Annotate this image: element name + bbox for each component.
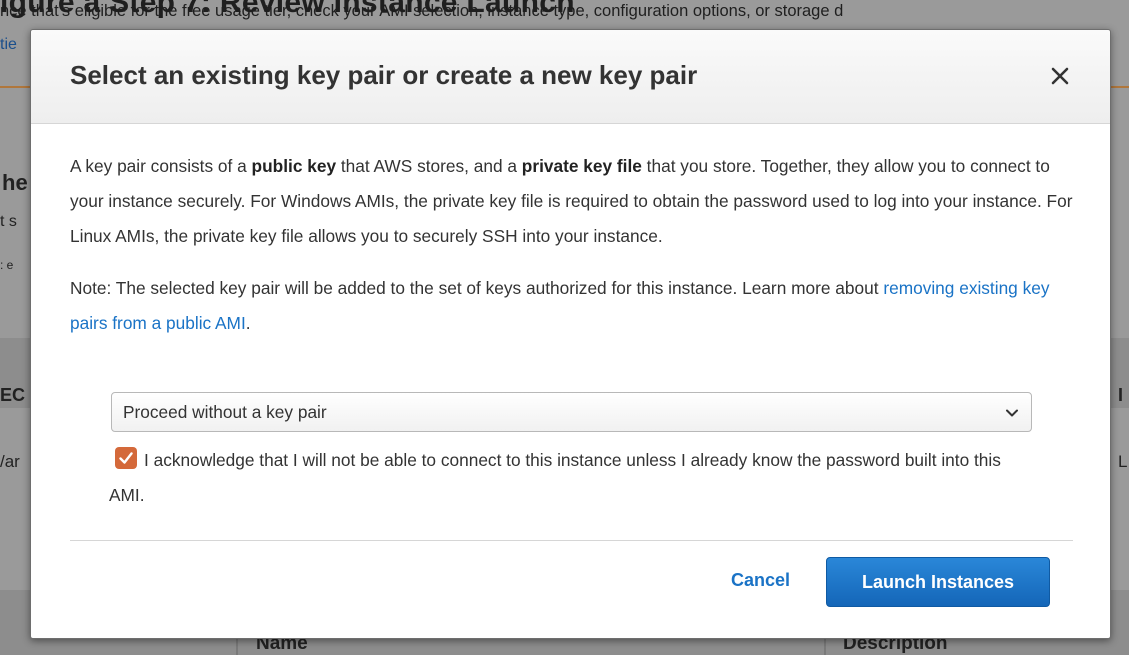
launch-instances-button[interactable]: Launch Instances	[826, 557, 1050, 607]
background-fragment: t s	[0, 213, 17, 230]
key-pair-note: Note: The selected key pair will be adde…	[70, 271, 1080, 341]
key-pair-explanation: A key pair consists of a public key that…	[70, 149, 1080, 254]
background-fragment: /ar	[0, 452, 20, 471]
private-key-file-term: private key file	[521, 156, 642, 176]
close-icon[interactable]	[1048, 64, 1072, 88]
acknowledge-checkbox[interactable]	[115, 447, 137, 469]
background-fragment: he	[2, 170, 28, 195]
checkmark-icon	[119, 452, 133, 464]
key-pair-select[interactable]: Proceed without a key pair	[111, 392, 1032, 432]
explanation-text: A key pair consists of a	[70, 156, 252, 176]
dialog-header: Select an existing key pair or create a …	[31, 30, 1110, 124]
acknowledge-label: I acknowledge that I will not be able to…	[109, 450, 1001, 505]
background-fragment: L	[1118, 452, 1128, 471]
background-fragment: : e	[0, 258, 14, 272]
background-fragment: EC	[0, 385, 26, 405]
cancel-button[interactable]: Cancel	[731, 570, 790, 591]
background-info-text: nce that's eligible for the free usage t…	[0, 2, 844, 20]
background-link-fragment: tie	[0, 36, 17, 53]
acknowledge-row: I acknowledge that I will not be able to…	[109, 443, 1039, 513]
dialog-body: A key pair consists of a public key that…	[70, 149, 1080, 341]
note-text: Note: The selected key pair will be adde…	[70, 278, 884, 298]
footer-divider	[70, 540, 1073, 541]
public-key-term: public key	[251, 156, 337, 176]
note-end: .	[245, 313, 251, 333]
key-pair-dialog: Select an existing key pair or create a …	[30, 29, 1111, 639]
background-fragment: I	[1118, 385, 1124, 405]
key-pair-select-value: Proceed without a key pair	[123, 402, 327, 422]
chevron-down-icon	[1006, 409, 1018, 417]
explanation-text: that AWS stores, and a	[336, 156, 522, 176]
dialog-title: Select an existing key pair or create a …	[70, 60, 698, 90]
